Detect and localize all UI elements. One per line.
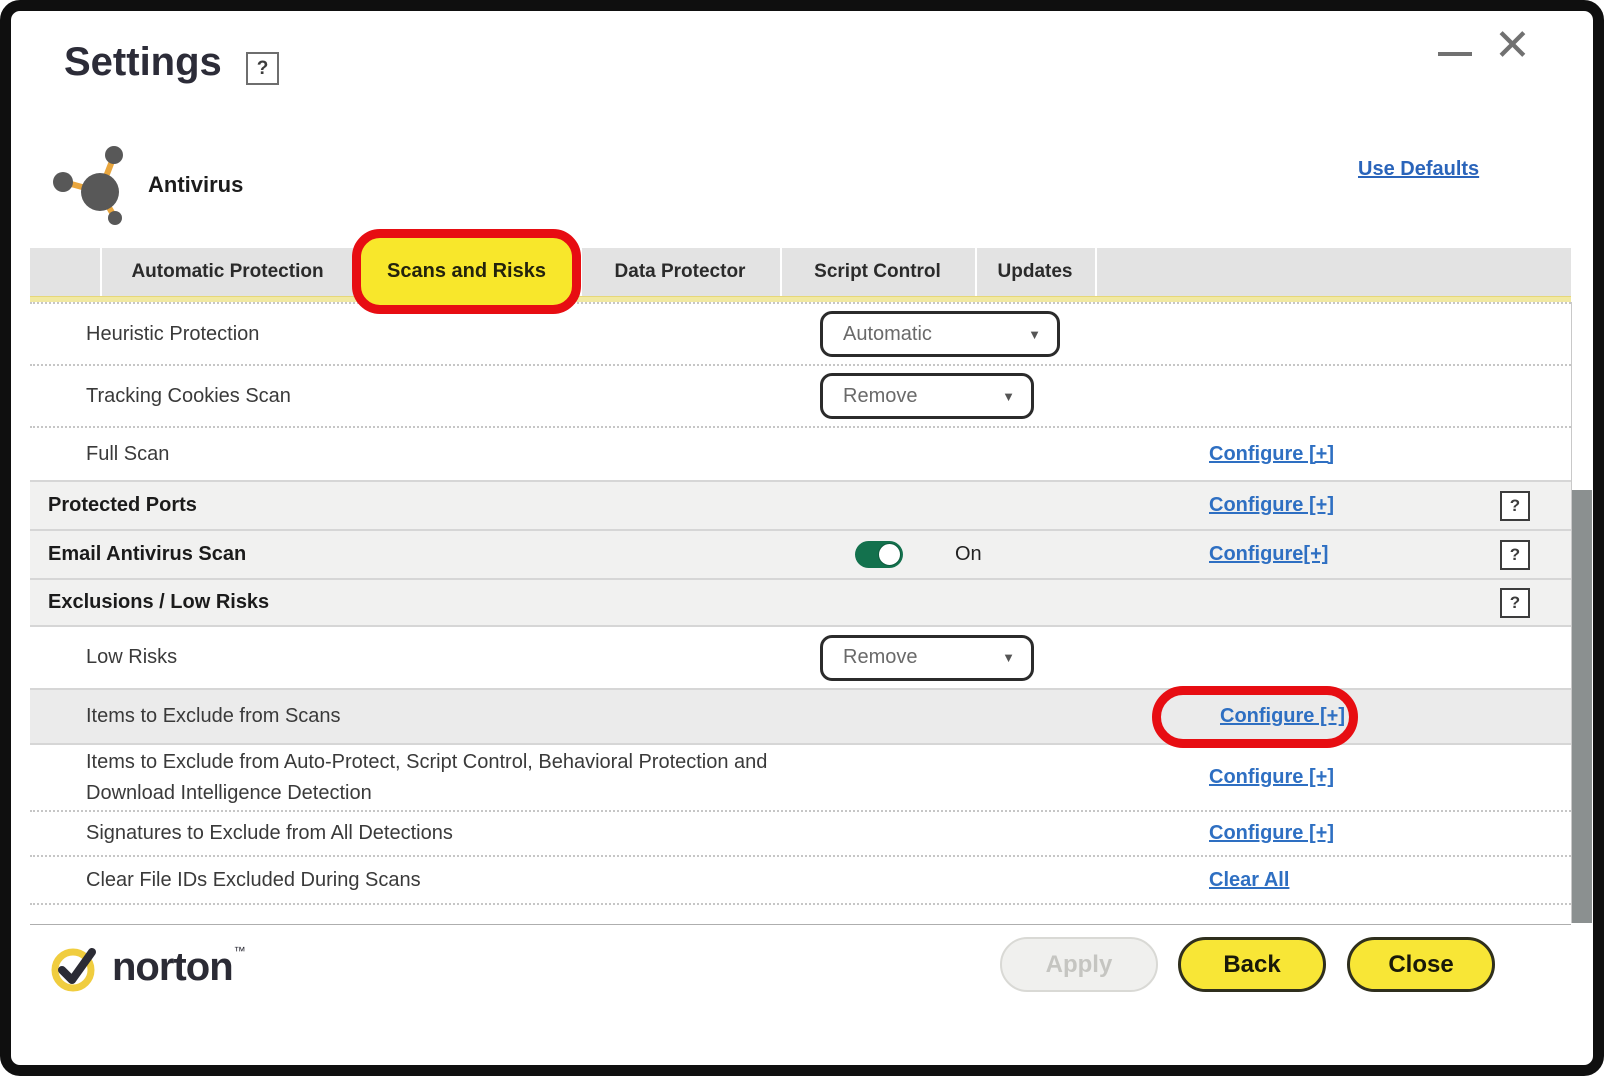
- setting-label: Full Scan: [86, 443, 169, 466]
- clear-all-link[interactable]: Clear All: [1209, 869, 1289, 892]
- tab-automatic-protection[interactable]: Automatic Protection: [100, 248, 355, 296]
- use-defaults-link[interactable]: Use Defaults: [1358, 158, 1479, 181]
- row-protected-ports: Protected Ports Configure [+] ?: [30, 480, 1571, 529]
- row-heuristic-protection: Heuristic Protection Automatic ▼: [30, 302, 1571, 366]
- close-button[interactable]: Close: [1347, 937, 1495, 992]
- row-exclusions-low-risks: Exclusions / Low Risks ?: [30, 578, 1571, 627]
- row-tracking-cookies-scan: Tracking Cookies Scan Remove ▼: [30, 366, 1571, 428]
- row-items-exclude-scans: Items to Exclude from Scans Configure [+…: [30, 688, 1571, 745]
- annotation-highlight-scans-and-risks: Scans and Risks: [352, 229, 581, 314]
- protected-ports-configure-link[interactable]: Configure [+]: [1209, 494, 1334, 517]
- help-icon[interactable]: ?: [246, 52, 279, 85]
- section-label: Exclusions / Low Risks: [48, 591, 269, 614]
- section-label: Email Antivirus Scan: [48, 543, 246, 566]
- row-items-exclude-autoprotect: Items to Exclude from Auto-Protect, Scri…: [30, 745, 1571, 812]
- antivirus-molecule-icon: [52, 142, 142, 235]
- product-name: Antivirus: [148, 172, 243, 198]
- full-scan-configure-link[interactable]: Configure [+]: [1209, 443, 1334, 466]
- scrollbar-thumb[interactable]: [1572, 490, 1592, 923]
- footer-divider: [30, 924, 1571, 925]
- setting-label: Items to Exclude from Scans: [86, 705, 341, 728]
- norton-check-icon: [48, 938, 104, 996]
- chevron-down-icon: ▼: [1002, 389, 1015, 404]
- tab-scans-and-risks[interactable]: Scans and Risks: [387, 260, 546, 283]
- settings-window: Settings ? ✕ Use Defaults Antivirus Auto…: [0, 0, 1604, 1076]
- toggle-knob: [878, 543, 901, 566]
- trademark-mark: ™: [234, 944, 246, 958]
- signatures-configure-link[interactable]: Configure [+]: [1209, 822, 1334, 845]
- items-exclude-scans-configure-link[interactable]: Configure [+]: [1220, 705, 1345, 728]
- help-icon[interactable]: ?: [1500, 540, 1530, 570]
- dropdown-value: Remove: [843, 646, 917, 669]
- setting-label: Low Risks: [86, 646, 177, 669]
- row-email-antivirus-scan: Email Antivirus Scan On Configure[+] ?: [30, 529, 1571, 578]
- items-exclude-autoprotect-configure-link[interactable]: Configure [+]: [1209, 766, 1334, 789]
- setting-label: Clear File IDs Excluded During Scans: [86, 869, 421, 892]
- row-full-scan: Full Scan Configure [+]: [30, 428, 1571, 480]
- tab-script-control[interactable]: Script Control: [780, 248, 975, 296]
- scrollbar-track[interactable]: [1571, 302, 1592, 923]
- chevron-down-icon: ▼: [1002, 650, 1015, 665]
- close-icon[interactable]: ✕: [1494, 24, 1531, 68]
- row-signatures-exclude: Signatures to Exclude from All Detection…: [30, 812, 1571, 857]
- norton-logo: norton ™: [48, 938, 245, 996]
- row-clear-file-ids: Clear File IDs Excluded During Scans Cle…: [30, 857, 1571, 905]
- dropdown-value: Remove: [843, 385, 917, 408]
- section-label: Protected Ports: [48, 494, 197, 517]
- setting-label: Signatures to Exclude from All Detection…: [86, 822, 453, 845]
- tracking-cookies-dropdown[interactable]: Remove ▼: [820, 373, 1034, 419]
- chevron-down-icon: ▼: [1028, 327, 1041, 342]
- email-antivirus-toggle[interactable]: [855, 541, 903, 568]
- email-antivirus-configure-link[interactable]: Configure[+]: [1209, 543, 1328, 566]
- settings-list: Heuristic Protection Automatic ▼ Trackin…: [30, 302, 1571, 905]
- help-icon[interactable]: ?: [1500, 491, 1530, 521]
- setting-label: Heuristic Protection: [86, 323, 259, 346]
- minimize-icon[interactable]: [1438, 52, 1472, 56]
- tab-updates[interactable]: Updates: [975, 248, 1095, 296]
- setting-label: Items to Exclude from Auto-Protect, Scri…: [86, 747, 826, 809]
- setting-label: Tracking Cookies Scan: [86, 385, 291, 408]
- toggle-state-label: On: [955, 543, 982, 566]
- dropdown-value: Automatic: [843, 323, 932, 346]
- help-icon[interactable]: ?: [1500, 588, 1530, 618]
- heuristic-protection-dropdown[interactable]: Automatic ▼: [820, 311, 1060, 357]
- apply-button[interactable]: Apply: [1000, 937, 1158, 992]
- back-button[interactable]: Back: [1178, 937, 1326, 992]
- page-title: Settings: [64, 40, 222, 85]
- tab-data-protector[interactable]: Data Protector: [580, 248, 780, 296]
- brand-name: norton: [112, 945, 233, 990]
- low-risks-dropdown[interactable]: Remove ▼: [820, 635, 1034, 681]
- row-low-risks: Low Risks Remove ▼: [30, 627, 1571, 688]
